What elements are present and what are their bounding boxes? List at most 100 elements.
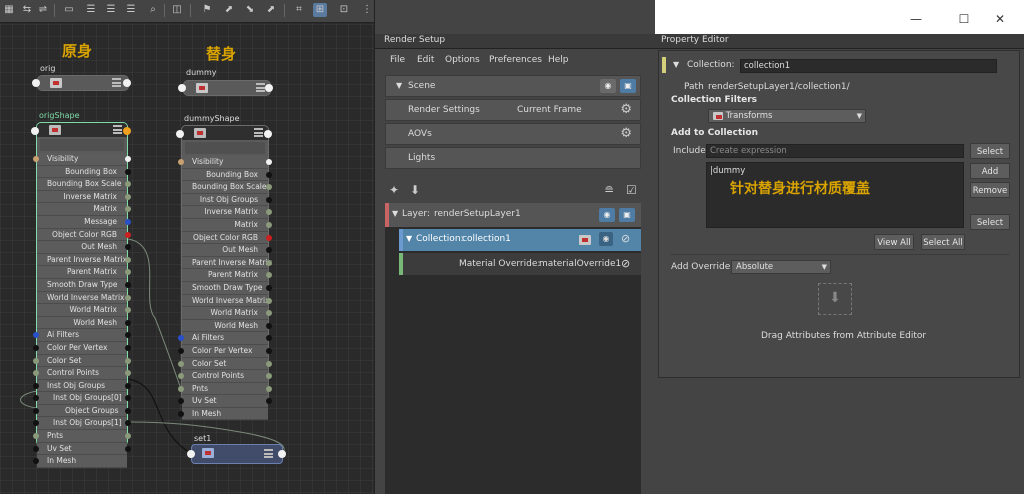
attribute-row[interactable]: Inverse Matrix	[182, 206, 272, 219]
attribute-row[interactable]: Object Color RGB	[37, 228, 131, 242]
list-item[interactable]: |dummy	[710, 166, 745, 176]
attribute-row[interactable]: Out Mesh	[37, 241, 131, 254]
menu-file[interactable]: File	[390, 55, 405, 65]
output-port[interactable]	[125, 156, 131, 162]
input-port[interactable]	[178, 373, 184, 380]
disable-icon[interactable]: ⊘	[621, 232, 630, 245]
input-port[interactable]	[33, 395, 39, 402]
output-port[interactable]	[264, 130, 272, 138]
expand-arrow-icon[interactable]: ▼	[396, 81, 402, 90]
attribute-row[interactable]: Object Groups	[33, 404, 131, 418]
output-port[interactable]	[125, 357, 131, 364]
output-port[interactable]	[125, 231, 131, 238]
render-settings-row[interactable]: Render Settings Current Frame ⚙	[385, 99, 641, 121]
attribute-row[interactable]: Visibility	[178, 156, 272, 169]
add-override-dropdown[interactable]: Absolute ▼	[731, 260, 831, 274]
attribute-row[interactable]: Object Color RGB	[182, 231, 272, 245]
node-menu-icon[interactable]	[254, 128, 263, 137]
set-node[interactable]	[191, 444, 283, 464]
gear-icon[interactable]: ⚙	[620, 126, 632, 141]
select-members-button[interactable]: Select	[970, 214, 1010, 230]
menu-options[interactable]: Options	[445, 55, 480, 65]
scene-row[interactable]: ▼ Scene ◉ ▣	[385, 75, 641, 97]
attribute-row[interactable]: World Matrix	[182, 307, 272, 320]
create-layer-icon[interactable]: ✦	[389, 183, 399, 197]
menu-help[interactable]: Help	[548, 55, 569, 65]
orig-shape-node[interactable]: Visibility Bounding Box Bounding Box Scale…	[33, 122, 131, 468]
attribute-row[interactable]: World Inverse Matrix	[182, 294, 272, 308]
select-button[interactable]: Select	[970, 143, 1010, 159]
input-port[interactable]	[178, 385, 184, 392]
input-port[interactable]	[33, 357, 39, 364]
output-port[interactable]	[266, 171, 272, 178]
collection-row[interactable]: ▼ Collection: collection1 ◉ ⊘	[399, 229, 641, 251]
collection-members-list[interactable]: |dummy 针对替身进行材质覆盖	[706, 162, 964, 228]
attribute-row[interactable]: In Mesh	[33, 455, 127, 468]
import-icon[interactable]: ⬇	[410, 183, 420, 197]
render-icon[interactable]: ▣	[620, 79, 636, 93]
output-port[interactable]	[266, 234, 272, 241]
output-port[interactable]	[278, 450, 286, 458]
menu-preferences[interactable]: Preferences	[489, 55, 542, 65]
output-port[interactable]	[266, 297, 272, 304]
collection-filter-dropdown[interactable]: Transforms ▼	[708, 109, 866, 123]
attribute-row[interactable]: In Mesh	[178, 407, 268, 421]
render-icon[interactable]: ▣	[619, 208, 635, 222]
input-port[interactable]	[178, 159, 184, 165]
lights-row[interactable]: Lights	[385, 147, 641, 169]
output-port[interactable]	[266, 221, 272, 228]
menu-edit[interactable]: Edit	[417, 55, 434, 65]
node-editor-panel[interactable]: ▦ ⇆ ⇌ ▭ ☰ ☰ ☰ ⌕ ◫ ⚑ ⬈ ⬊ ⬈ ⌗ ⊞ ⊡ ⋮ 原身 替身 …	[0, 0, 374, 494]
attribute-row[interactable]: Message	[37, 215, 131, 229]
output-port[interactable]	[125, 445, 131, 452]
close-button[interactable]: ✕	[990, 10, 1010, 28]
input-port[interactable]	[33, 344, 39, 351]
node-menu-icon[interactable]	[264, 449, 273, 458]
node-menu-icon[interactable]	[113, 125, 122, 134]
attribute-row[interactable]: Ai Filters	[33, 329, 131, 342]
expand-arrow-icon[interactable]: ▼	[673, 60, 679, 69]
output-port[interactable]	[265, 84, 273, 92]
drop-zone-icon[interactable]: ⬇	[818, 283, 852, 315]
eye-icon[interactable]: ◉	[600, 79, 616, 93]
attribute-row[interactable]: Inverse Matrix	[37, 190, 131, 204]
output-port[interactable]	[123, 79, 131, 87]
isolate-icon[interactable]: ◉	[599, 232, 613, 246]
input-port[interactable]	[33, 370, 39, 377]
eye-icon[interactable]: ◉	[599, 208, 615, 222]
aovs-row[interactable]: AOVs ⚙	[385, 123, 641, 145]
input-port[interactable]	[33, 445, 39, 452]
output-port[interactable]	[266, 347, 272, 354]
output-port[interactable]	[125, 193, 131, 200]
remove-button[interactable]: Remove	[970, 182, 1010, 198]
select-all-button[interactable]: Select All	[921, 234, 965, 250]
input-port[interactable]	[33, 407, 39, 414]
output-port[interactable]	[125, 319, 131, 326]
expand-arrow-icon[interactable]: ▼	[392, 209, 398, 218]
attribute-row[interactable]: Bounding Box	[182, 168, 272, 182]
input-port[interactable]	[178, 347, 184, 354]
collection-name-input[interactable]	[740, 59, 997, 73]
attribute-row[interactable]: Out Mesh	[182, 244, 272, 257]
attribute-row[interactable]: Bounding Box	[37, 165, 131, 179]
maximize-button[interactable]: ☐	[954, 10, 974, 28]
minimize-button[interactable]: —	[906, 10, 926, 28]
equals-icon[interactable]: ≘	[604, 183, 614, 197]
attribute-row[interactable]: Uv Set	[178, 395, 272, 408]
include-expression-input[interactable]	[706, 144, 964, 158]
checklist-icon[interactable]: ☑	[626, 183, 637, 197]
attribute-row[interactable]: Control Points	[33, 367, 131, 380]
attribute-row[interactable]: Inst Obj Groups	[182, 193, 272, 207]
output-port[interactable]	[266, 159, 272, 165]
input-port[interactable]	[178, 84, 186, 92]
attribute-row[interactable]: World Mesh	[37, 316, 131, 330]
attribute-row[interactable]: Color Set	[33, 354, 131, 368]
dummy-shape-node[interactable]: Visibility Bounding Box Bounding Box Scale…	[178, 125, 272, 421]
attribute-row[interactable]: Color Set	[178, 357, 272, 371]
attribute-row[interactable]: Parent Inverse Matrix	[182, 256, 272, 270]
input-port[interactable]	[178, 410, 184, 417]
input-port[interactable]	[178, 335, 184, 342]
input-port[interactable]	[176, 130, 184, 138]
attribute-row[interactable]: Parent Matrix	[37, 266, 131, 279]
attribute-row[interactable]: World Matrix	[37, 304, 131, 317]
